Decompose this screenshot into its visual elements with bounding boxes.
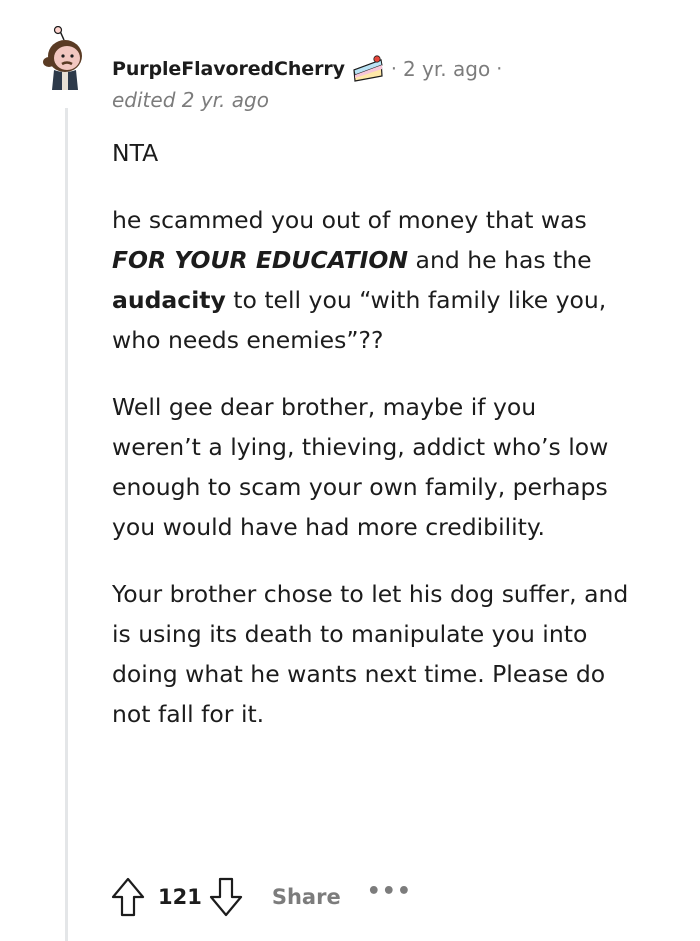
share-button[interactable]: Share	[272, 885, 341, 909]
comment-paragraph: Well gee dear brother, maybe if you were…	[112, 393, 609, 541]
downvote-button[interactable]	[206, 875, 246, 919]
comment-header: PurpleFlavoredCherry · 2 yr. ago ·	[112, 54, 508, 84]
bold-text: audacity	[112, 286, 226, 314]
comment-body: NTA he scammed you out of money that was…	[112, 133, 632, 761]
downvote-arrow-icon	[209, 877, 242, 917]
cake-icon	[353, 55, 383, 82]
thread-line[interactable]	[65, 108, 68, 941]
edited-label: edited 2 yr. ago	[112, 88, 269, 112]
vote-score: 121	[158, 885, 202, 909]
user-avatar[interactable]	[38, 26, 92, 92]
comment-paragraph: he scammed you out of money that was FOR…	[112, 206, 607, 354]
more-options-button[interactable]: •••	[367, 879, 412, 904]
separator-dot: ·	[496, 58, 503, 80]
upvote-button[interactable]	[108, 875, 148, 919]
comment-paragraph: NTA	[112, 139, 159, 167]
comment-age[interactable]: 2 yr. ago	[403, 57, 490, 81]
emphasis-text: FOR YOUR EDUCATION	[112, 246, 409, 274]
comment-paragraph: Your brother chose to let his dog suffer…	[112, 580, 629, 728]
comment-actions: 121 Share •••	[108, 874, 412, 920]
separator-dot: ·	[390, 58, 397, 80]
username[interactable]: PurpleFlavoredCherry	[112, 58, 345, 80]
upvote-arrow-icon	[111, 877, 145, 917]
